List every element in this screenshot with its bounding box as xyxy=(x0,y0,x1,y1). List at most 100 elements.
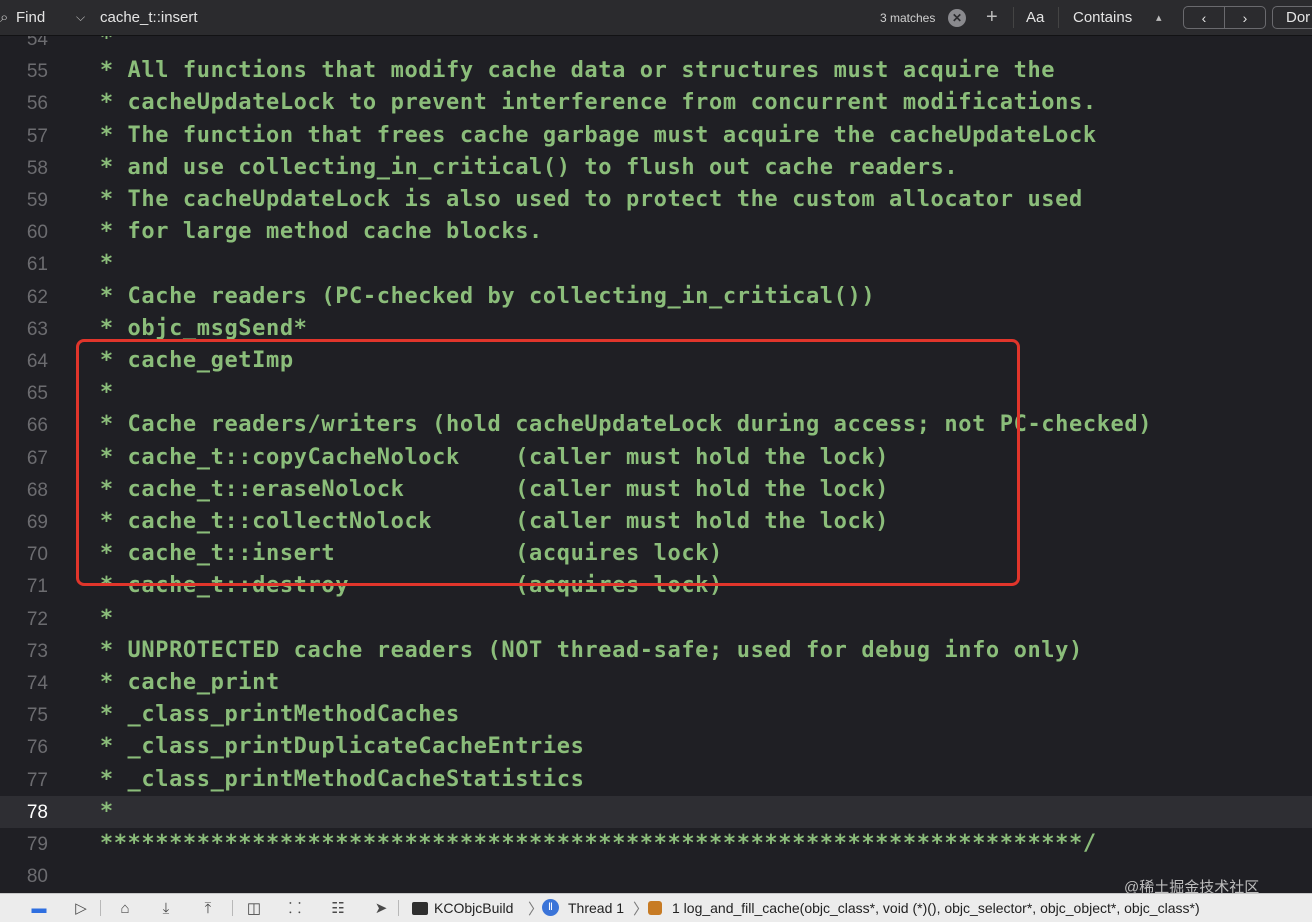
find-query-field[interactable] xyxy=(100,0,860,35)
line-number[interactable]: 55 xyxy=(0,61,48,83)
line-number[interactable]: 80 xyxy=(0,866,48,888)
code-text[interactable]: * xyxy=(86,799,114,824)
updown-chevron-icon[interactable]: ▴︎ xyxy=(1156,0,1162,35)
stack-frame-label[interactable]: 1 log_and_fill_cache(objc_class*, void (… xyxy=(672,894,1200,922)
line-number[interactable]: 76 xyxy=(0,737,48,759)
line-number[interactable]: 78 xyxy=(0,802,48,824)
chevron-down-icon[interactable]: ⌵ xyxy=(76,0,85,35)
line-number[interactable]: 64 xyxy=(0,351,48,373)
code-text[interactable]: * and use collecting_in_critical() to fl… xyxy=(86,155,958,180)
line-number[interactable]: 75 xyxy=(0,705,48,727)
magnifier-icon[interactable]: ⌕ xyxy=(0,0,14,35)
line-number[interactable]: 74 xyxy=(0,673,48,695)
add-icon[interactable]: + xyxy=(986,0,998,35)
line-number[interactable]: 60 xyxy=(0,222,48,244)
watermark: @稀土掘金技术社区 xyxy=(1124,879,1260,896)
memory-graph-icon[interactable]: ⸬ xyxy=(284,894,306,922)
code-line[interactable]: 58 * and use collecting_in_critical() to… xyxy=(0,152,1312,184)
chevron-right-icon: 〉 xyxy=(528,900,544,918)
thread-label[interactable]: Thread 1 xyxy=(568,894,624,922)
line-number[interactable]: 62 xyxy=(0,287,48,309)
code-text[interactable]: * UNPROTECTED cache readers (NOT thread-… xyxy=(86,638,1083,663)
code-text[interactable]: * _class_printDuplicateCacheEntries xyxy=(86,734,584,759)
done-button[interactable]: Dor xyxy=(1272,6,1312,29)
divider xyxy=(398,900,399,916)
code-text[interactable]: * The cacheUpdateLock is also used to pr… xyxy=(86,187,1083,212)
code-text[interactable]: * The function that frees cache garbage … xyxy=(86,123,1097,148)
line-number[interactable]: 69 xyxy=(0,512,48,534)
line-number[interactable]: 77 xyxy=(0,770,48,792)
line-number[interactable]: 70 xyxy=(0,544,48,566)
code-line[interactable]: 60 * for large method cache blocks. xyxy=(0,216,1312,248)
code-line[interactable]: 74 * cache_print xyxy=(0,667,1312,699)
code-text[interactable]: * for large method cache blocks. xyxy=(86,219,543,244)
line-number[interactable]: 61 xyxy=(0,254,48,276)
line-number[interactable]: 58 xyxy=(0,158,48,180)
target-icon xyxy=(412,902,428,915)
code-line[interactable]: 72 * xyxy=(0,603,1312,635)
line-number[interactable]: 72 xyxy=(0,609,48,631)
breakpoint-toggle-icon[interactable]: ▬ xyxy=(28,894,50,922)
line-number[interactable]: 79 xyxy=(0,834,48,856)
line-number[interactable]: 67 xyxy=(0,448,48,470)
step-out-icon[interactable]: ⤒ xyxy=(197,894,219,922)
match-count: 3 matches xyxy=(880,10,936,25)
continue-icon[interactable]: ▷ xyxy=(70,894,92,922)
thread-icon: Ⅱ xyxy=(542,899,559,916)
divider xyxy=(1013,7,1014,28)
clear-icon[interactable]: ✕ xyxy=(948,9,966,27)
code-text[interactable]: * xyxy=(86,251,114,276)
code-text[interactable]: * cache_print xyxy=(86,670,280,695)
match-navigation: ‹ › xyxy=(1183,6,1266,29)
line-number[interactable]: 68 xyxy=(0,480,48,502)
view-hierarchy-icon[interactable]: ◫ xyxy=(243,894,265,922)
line-number[interactable]: 66 xyxy=(0,415,48,437)
line-number[interactable]: 63 xyxy=(0,319,48,341)
chevron-left-icon[interactable]: ‹ xyxy=(1184,7,1225,28)
code-text[interactable]: * _class_printMethodCaches xyxy=(86,702,460,727)
code-line[interactable]: 77 * _class_printMethodCacheStatistics xyxy=(0,764,1312,796)
code-text[interactable]: ****************************************… xyxy=(86,831,1097,856)
debug-bar: KCObjcBuild 〉 Ⅱ Thread 1 〉 1 log_and_fil… xyxy=(0,893,1312,922)
find-query-input[interactable] xyxy=(100,9,860,26)
code-line[interactable]: 55 * All functions that modify cache dat… xyxy=(0,55,1312,87)
find-bar: ⌕ Find ⌵ 3 matches ✕ + Aa Contains ▴︎ ‹ … xyxy=(0,0,1312,36)
line-number[interactable]: 65 xyxy=(0,383,48,405)
code-line[interactable]: 76 * _class_printDuplicateCacheEntries xyxy=(0,731,1312,763)
environment-icon[interactable]: ☷ xyxy=(327,894,349,922)
code-text[interactable]: * cacheUpdateLock to prevent interferenc… xyxy=(86,90,1097,115)
code-line[interactable]: 78 * xyxy=(0,795,1312,828)
code-text[interactable]: * All functions that modify cache data o… xyxy=(86,58,1055,83)
code-text[interactable]: * _class_printMethodCacheStatistics xyxy=(86,767,584,792)
code-line[interactable]: 79 *************************************… xyxy=(0,828,1312,860)
code-line[interactable]: 61 * xyxy=(0,248,1312,280)
target-label[interactable]: KCObjcBuild xyxy=(434,894,513,922)
code-text[interactable]: * Cache readers (PC-checked by collectin… xyxy=(86,284,875,309)
location-icon[interactable]: ➤ xyxy=(370,894,392,922)
code-text[interactable]: * xyxy=(86,36,114,51)
code-line[interactable]: 80 xyxy=(0,860,1312,892)
line-number[interactable]: 59 xyxy=(0,190,48,212)
case-sensitive-toggle[interactable]: Aa xyxy=(1026,0,1044,35)
step-into-icon[interactable]: ⤓ xyxy=(155,894,177,922)
code-line[interactable]: 54 * xyxy=(0,36,1312,55)
code-text[interactable]: * objc_msgSend* xyxy=(86,316,308,341)
code-line[interactable]: 62 * Cache readers (PC-checked by collec… xyxy=(0,281,1312,313)
chevron-right-icon[interactable]: › xyxy=(1225,7,1265,28)
line-number[interactable]: 54 xyxy=(0,36,48,51)
code-line[interactable]: 57 * The function that frees cache garba… xyxy=(0,120,1312,152)
line-number[interactable]: 56 xyxy=(0,93,48,115)
annotation-highlight-box xyxy=(76,339,1020,586)
code-line[interactable]: 73 * UNPROTECTED cache readers (NOT thre… xyxy=(0,635,1312,667)
code-line[interactable]: 59 * The cacheUpdateLock is also used to… xyxy=(0,184,1312,216)
code-line[interactable]: 56 * cacheUpdateLock to prevent interfer… xyxy=(0,87,1312,119)
match-type-select[interactable]: Contains xyxy=(1073,0,1132,35)
find-mode-label[interactable]: Find xyxy=(16,0,45,35)
divider xyxy=(1058,7,1059,28)
line-number[interactable]: 57 xyxy=(0,126,48,148)
line-number[interactable]: 73 xyxy=(0,641,48,663)
line-number[interactable]: 71 xyxy=(0,576,48,598)
code-text[interactable]: * xyxy=(86,606,114,631)
step-over-icon[interactable]: ⌂ xyxy=(114,894,136,922)
code-line[interactable]: 75 * _class_printMethodCaches xyxy=(0,699,1312,731)
